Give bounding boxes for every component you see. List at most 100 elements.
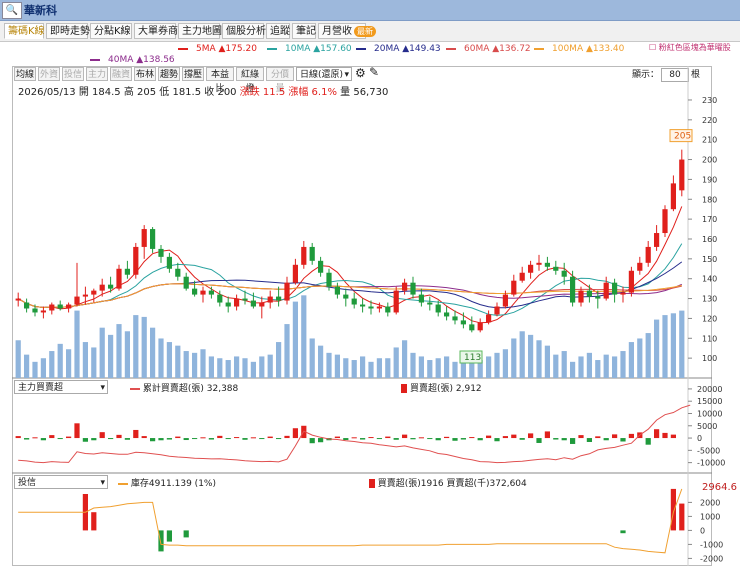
candle-body [233, 298, 240, 307]
volume-bar [670, 313, 677, 378]
volume-bar [65, 349, 72, 378]
main-force-bar [569, 438, 576, 444]
volume-bar [116, 324, 122, 378]
candle-body [133, 246, 139, 275]
candle-body [242, 298, 248, 301]
main-force-bar [611, 434, 618, 439]
volume-bar [15, 340, 21, 378]
volume-bar [301, 295, 307, 378]
candle-body [611, 282, 618, 295]
candle-body [141, 229, 147, 247]
volume-bar [225, 360, 231, 378]
volume-bar [133, 315, 139, 378]
panel2-legend-line: 累計買賣超(張) 32,388 [142, 384, 239, 394]
candle-body [65, 304, 72, 309]
main-force-bar [595, 436, 601, 439]
main-force-bar [32, 437, 38, 439]
y-tick-label: 210 [702, 136, 717, 145]
volume-bar [586, 352, 593, 378]
trust-bar [166, 530, 173, 542]
volume-bar [511, 338, 517, 378]
candle-body [418, 294, 425, 303]
candle-body [653, 233, 660, 247]
volume-bar [166, 342, 173, 378]
candle-body [469, 324, 475, 331]
candle-body [91, 290, 97, 295]
panel3-legend: 庫存4911.139 (1%) 買賣超(張)1916 買賣超(千)372,604 [118, 476, 527, 489]
volume-bar [292, 301, 299, 378]
main-force-bar [385, 436, 391, 439]
inventory-line [18, 488, 683, 554]
main-force-bar [620, 438, 626, 442]
y-tick-label: 10000 [697, 409, 722, 418]
volume-bar [74, 310, 80, 378]
candle-body [410, 282, 416, 295]
main-force-bar [334, 436, 341, 439]
candle-body [569, 276, 576, 303]
volume-bar [485, 356, 492, 378]
panel2-select[interactable]: 主力買賣超 ▾ [14, 380, 108, 394]
panel3-value-box: 2964.6 [702, 482, 737, 493]
candle-body [208, 290, 215, 295]
panel3-legend-line: 庫存4911.139 (1%) [130, 479, 216, 489]
volume-bar [158, 338, 164, 378]
candle-body [158, 248, 164, 257]
candle-body [536, 262, 542, 265]
volume-bar [376, 358, 383, 378]
y-tick-label: 120 [702, 314, 717, 323]
candle-body [485, 314, 492, 323]
panel3-select[interactable]: 投信 ▾ [14, 475, 108, 489]
volume-bar [191, 352, 198, 378]
volume-bar [595, 360, 601, 378]
y-tick-label: 180 [702, 195, 717, 204]
candle-body [343, 294, 349, 299]
main-force-bar [553, 438, 559, 440]
volume-bar [561, 351, 567, 378]
panel2-legend-bar: 買賣超(張) 2,912 [410, 384, 482, 394]
candle-body [443, 312, 450, 317]
candle-body [628, 270, 635, 293]
y-tick-label: 160 [702, 235, 717, 244]
candle-body [477, 322, 483, 331]
main-force-bar [74, 423, 80, 439]
y-tick-label: 15000 [697, 397, 722, 406]
y-tick-label: 170 [702, 215, 717, 224]
bar-swatch [401, 384, 408, 393]
main-force-bar [670, 434, 677, 439]
main-force-bar [586, 438, 593, 442]
candle-body [679, 159, 685, 191]
candle-body [494, 306, 500, 315]
candle-body [40, 310, 47, 313]
volume-bar [49, 351, 55, 378]
candle-body [553, 266, 559, 271]
main-force-bar [418, 437, 425, 439]
y-tick-label: -10000 [697, 459, 725, 468]
trust-bar [670, 488, 677, 531]
candle-body [527, 264, 534, 273]
volume-bar [284, 324, 290, 378]
volume-bar [410, 352, 416, 378]
main-force-bar [133, 429, 139, 439]
candle-body [401, 282, 408, 291]
main-force-bar [124, 438, 131, 440]
volume-bar [628, 342, 635, 378]
volume-bar [611, 356, 618, 378]
trust-bar [91, 512, 97, 531]
main-force-bar [359, 438, 366, 440]
candle-body [49, 304, 55, 311]
main-force-bar [99, 432, 105, 439]
candle-body [23, 302, 30, 309]
volume-bar [645, 333, 651, 378]
y-tick-label: 1000 [700, 512, 720, 521]
main-force-bar [460, 438, 467, 440]
volume-bar [242, 358, 248, 378]
candle-body [435, 304, 441, 313]
main-force-bar [242, 438, 248, 440]
volume-bar [91, 347, 97, 378]
main-force-bar [82, 438, 89, 442]
main-force-bar [427, 438, 433, 440]
volume-bar [569, 361, 576, 378]
trust-bar [183, 530, 189, 538]
volume-bar [141, 316, 147, 378]
main-force-bar [317, 438, 324, 443]
